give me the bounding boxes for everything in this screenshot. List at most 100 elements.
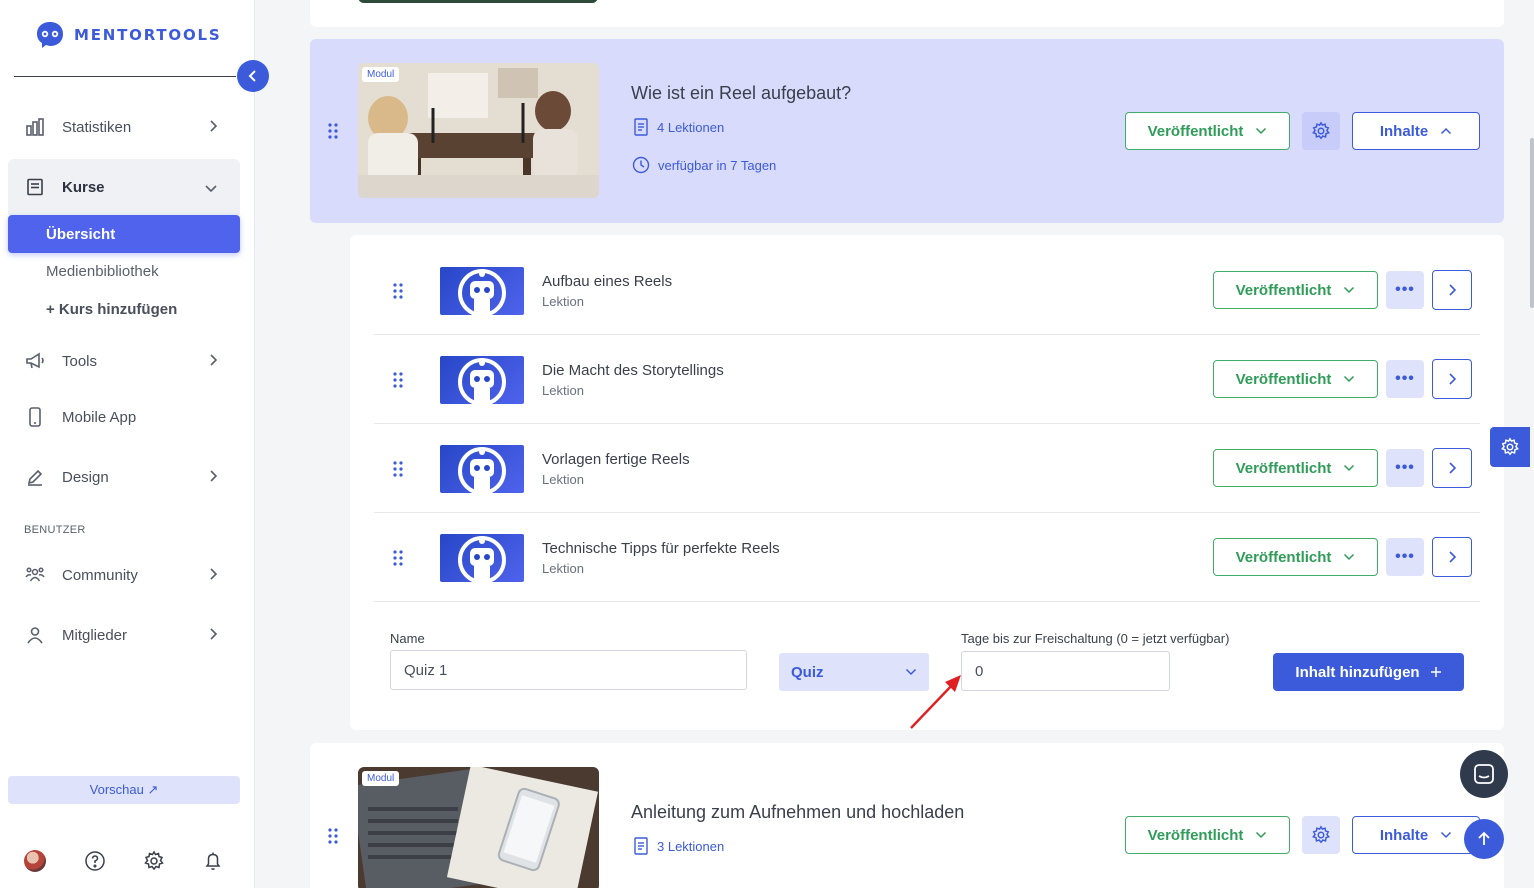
plus-icon	[1430, 667, 1441, 677]
clock-icon	[632, 156, 650, 174]
open-lesson-button[interactable]	[1432, 537, 1472, 577]
availability-text: verfügbar in 7 Tagen	[658, 157, 777, 173]
lesson-status-dropdown[interactable]: Veröffentlicht	[1213, 271, 1378, 309]
more-options-button[interactable]: •••	[1386, 360, 1424, 398]
brand-name: MENTORTOOLS	[74, 26, 222, 44]
chat-launcher-button[interactable]	[1460, 750, 1508, 798]
module-settings-button[interactable]	[1302, 112, 1340, 150]
sidebar-item-mitglieder[interactable]: Mitglieder	[8, 609, 240, 661]
module-card-active[interactable]: Modul Wie ist ein Reel aufgebaut? 4 Lekt…	[310, 39, 1504, 223]
sidebar-item-community[interactable]: Community	[8, 549, 240, 601]
lesson-type: Lektion	[542, 383, 584, 398]
lesson-row[interactable]: Technische Tipps für perfekte Reels Lekt…	[374, 513, 1480, 602]
sidebar-item-tools[interactable]: Tools	[8, 335, 240, 387]
preview-button[interactable]: Vorschau ↗	[8, 776, 240, 804]
sidebar-sub-add-course[interactable]: + Kurs hinzufügen	[46, 301, 177, 318]
bell-icon[interactable]	[202, 850, 224, 875]
module-settings-button[interactable]	[1302, 816, 1340, 854]
lesson-title: Vorlagen fertige Reels	[542, 451, 690, 468]
lesson-row[interactable]: Die Macht des Storytellings Lektion Verö…	[374, 335, 1480, 424]
sidebar-item-label: Mitglieder	[62, 626, 128, 644]
collapse-sidebar-button[interactable]	[237, 60, 269, 92]
podcast-photo-image	[358, 63, 599, 198]
sidebar-item-label: Design	[62, 468, 109, 486]
robot-logo-icon	[37, 22, 63, 48]
more-options-button[interactable]: •••	[1386, 271, 1424, 309]
lesson-thumbnail	[440, 445, 524, 493]
lesson-status-dropdown[interactable]: Veröffentlicht	[1213, 538, 1378, 576]
module-title: Wie ist ein Reel aufgebaut?	[631, 83, 852, 103]
sidebar-item-kurse[interactable]: Kurse	[8, 159, 240, 215]
module-thumbnail: Modul	[358, 767, 599, 888]
more-options-button[interactable]: •••	[1386, 538, 1424, 576]
unlock-days-input[interactable]: 0	[961, 651, 1170, 691]
drag-handle-icon[interactable]	[393, 372, 403, 391]
more-options-button[interactable]: •••	[1386, 449, 1424, 487]
chevron-right-icon	[1449, 284, 1457, 296]
chevron-right-icon	[208, 119, 218, 137]
drag-handle-icon[interactable]	[328, 828, 338, 847]
drag-handle-icon[interactable]	[328, 123, 338, 142]
open-lesson-button[interactable]	[1432, 448, 1472, 488]
sidebar-sub-uebersicht[interactable]: Übersicht	[8, 215, 240, 253]
module-thumbnail	[358, 0, 598, 3]
lesson-title: Die Macht des Storytellings	[542, 362, 724, 379]
page-settings-button[interactable]	[1490, 427, 1530, 467]
chevron-right-icon	[208, 627, 218, 645]
gear-icon	[1501, 437, 1519, 456]
logo[interactable]: MENTORTOOLS	[34, 20, 221, 50]
sidebar-item-statistiken[interactable]: Statistiken	[8, 101, 240, 153]
module-content-toggle-button[interactable]: Inhalte	[1352, 816, 1480, 854]
module-status-dropdown[interactable]: Veröffentlicht	[1125, 112, 1290, 150]
open-lesson-button[interactable]	[1432, 359, 1472, 399]
chevron-down-icon	[1344, 375, 1355, 383]
scrollbar[interactable]	[1530, 138, 1534, 308]
drag-handle-icon[interactable]	[393, 461, 403, 480]
status-label: Veröffentlicht	[1147, 826, 1244, 844]
lesson-status-dropdown[interactable]: Veröffentlicht	[1213, 360, 1378, 398]
add-content-button[interactable]: Inhalt hinzufügen	[1273, 653, 1464, 691]
gear-icon	[1312, 121, 1330, 140]
name-input[interactable]: Quiz 1	[390, 650, 747, 690]
chat-icon	[1474, 764, 1494, 784]
lesson-type: Lektion	[542, 294, 584, 309]
robot-icon	[458, 358, 506, 404]
module-badge: Modul	[362, 771, 400, 786]
module-badge: Modul	[362, 67, 400, 82]
robot-icon	[458, 269, 506, 315]
chevron-up-icon	[1441, 127, 1452, 135]
sidebar-item-label: Tools	[62, 352, 98, 370]
chevron-down-icon	[1256, 831, 1267, 839]
drag-handle-icon[interactable]	[393, 550, 403, 569]
document-icon	[634, 837, 648, 855]
chevron-left-icon	[248, 70, 256, 82]
lesson-row[interactable]: Vorlagen fertige Reels Lektion Veröffent…	[374, 424, 1480, 513]
module-status-dropdown[interactable]: Veröffentlicht	[1125, 816, 1290, 854]
divider	[14, 76, 236, 77]
lessons-count-text: 3 Lektionen	[657, 838, 725, 854]
module-card-next[interactable]: Modul Anleitung zum Aufnehmen und hochla…	[310, 743, 1504, 888]
chevron-right-icon	[1449, 373, 1457, 385]
scroll-to-top-button[interactable]	[1464, 819, 1504, 859]
module-card-previous	[310, 0, 1504, 27]
open-lesson-button[interactable]	[1432, 270, 1472, 310]
help-icon[interactable]	[84, 850, 106, 875]
drag-handle-icon[interactable]	[393, 283, 403, 302]
megaphone-icon	[24, 350, 46, 372]
lesson-status-dropdown[interactable]: Veröffentlicht	[1213, 449, 1378, 487]
chevron-right-icon	[208, 567, 218, 585]
sidebar-item-design[interactable]: Design	[8, 451, 240, 503]
settings-gear-icon[interactable]	[143, 850, 165, 875]
lesson-row[interactable]: Aufbau eines Reels Lektion Veröffentlich…	[374, 246, 1480, 335]
avatar[interactable]	[24, 850, 46, 872]
ellipsis-icon: •••	[1395, 370, 1415, 387]
sidebar-item-mobile-app[interactable]: Mobile App	[8, 391, 240, 443]
sidebar-sub-medienbibliothek[interactable]: Medienbibliothek	[46, 263, 159, 280]
arrow-up-icon	[1478, 831, 1490, 845]
user-icon	[24, 624, 46, 646]
module-lessons-count: 4 Lektionen	[633, 118, 724, 136]
module-content-toggle-button[interactable]: Inhalte	[1352, 112, 1480, 150]
book-icon	[24, 176, 46, 198]
status-label: Veröffentlicht	[1235, 459, 1332, 477]
sidebar-item-label: Statistiken	[62, 118, 132, 136]
